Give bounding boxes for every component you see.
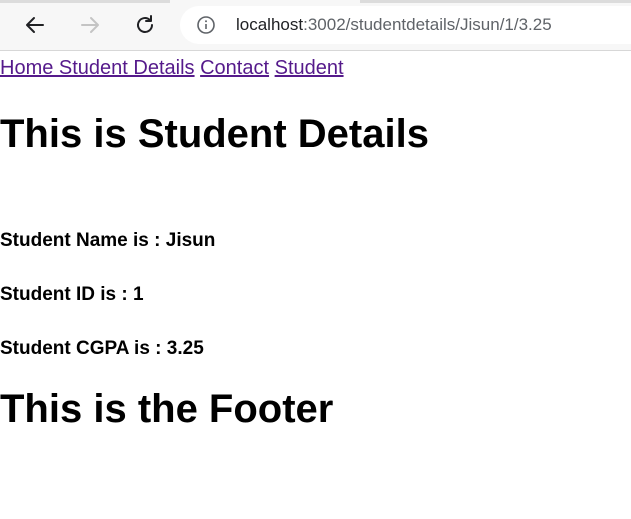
reload-button[interactable] [130, 10, 160, 40]
tab-strip-edge [0, 0, 631, 3]
contact-link[interactable]: Contact [200, 57, 269, 79]
address-bar[interactable]: localhost:3002/studentdetails/Jisun/1/3.… [180, 6, 631, 44]
reload-icon [137, 15, 153, 33]
page-content: Home Student Details Contact Student Thi… [0, 54, 631, 433]
home-student-details-link[interactable]: Home Student Details [0, 57, 195, 79]
student-name-text: Student Name is : Jisun [0, 230, 216, 251]
student-link[interactable]: Student [275, 57, 344, 79]
back-button[interactable] [20, 10, 50, 40]
browser-toolbar: localhost:3002/studentdetails/Jisun/1/3.… [0, 0, 631, 51]
arrow-right-icon [81, 17, 99, 33]
url-path: :3002/studentdetails/Jisun/1/3.25 [303, 15, 552, 34]
nav-links: Home Student Details Contact Student [0, 54, 631, 83]
url-host: localhost [236, 15, 304, 34]
footer-title: This is the Footer [0, 387, 334, 431]
student-id-text: Student ID is : 1 [0, 284, 144, 305]
arrow-left-icon [26, 17, 44, 33]
info-icon[interactable] [196, 15, 216, 35]
page-title: This is Student Details [0, 112, 429, 156]
forward-button[interactable] [75, 10, 105, 40]
student-cgpa-text: Student CGPA is : 3.25 [0, 338, 204, 359]
url-text[interactable]: localhost:3002/studentdetails/Jisun/1/3.… [236, 15, 552, 35]
